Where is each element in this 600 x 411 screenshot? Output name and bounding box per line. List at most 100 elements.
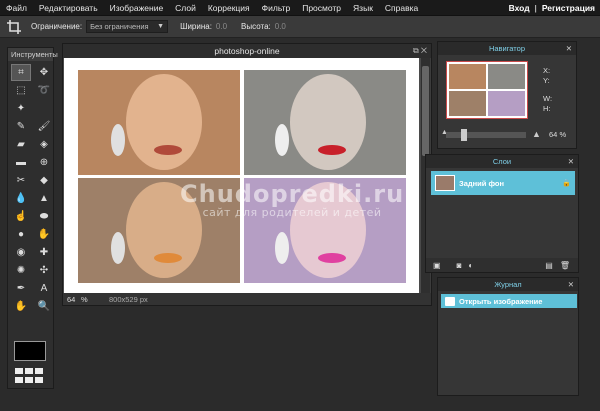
navigator-coordinates: X: Y: W: H: xyxy=(543,66,552,114)
zoom-slider[interactable] xyxy=(446,129,526,141)
options-bar: Ограничение: Без ограничения ▼ Ширина: 0… xyxy=(0,16,600,38)
height-label: Высота: xyxy=(241,22,271,31)
dodge-tool-icon[interactable]: ● xyxy=(11,226,31,243)
history-panel: Журнал ✕ Открыть изображение xyxy=(437,277,579,396)
zoom-value[interactable]: 64 xyxy=(63,295,81,304)
crop-tool-icon[interactable]: ⌗ xyxy=(11,64,31,81)
move-tool-icon[interactable]: ✥ xyxy=(34,64,54,81)
burn-tool-icon[interactable]: ✋ xyxy=(34,226,54,243)
layers-title-bar: Слои ✕ xyxy=(426,155,578,168)
clone-tool-icon[interactable]: ⊕ xyxy=(34,154,54,171)
layer-mask-icon[interactable]: ◙ xyxy=(457,261,462,270)
canvas[interactable] xyxy=(64,58,419,294)
scroll-thumb[interactable] xyxy=(422,66,429,156)
h-label: H: xyxy=(543,104,551,113)
close-icon[interactable]: ✕ xyxy=(568,155,574,168)
foreground-color-swatch[interactable] xyxy=(14,341,46,361)
smudge-tool-icon[interactable]: ☝ xyxy=(11,208,31,225)
lock-icon: 🔒 xyxy=(562,180,571,187)
layer-name: Задний фон xyxy=(459,178,505,188)
document-status-bar: 64 % 800x529 px xyxy=(63,293,431,305)
trash-icon[interactable]: 🗑 xyxy=(560,261,570,270)
brush-tool-icon[interactable]: 🖌 xyxy=(34,118,54,135)
layers-footer: ▣ ◙ ◐ ▤ 🗑 xyxy=(426,258,578,272)
empty-slot xyxy=(34,100,54,117)
layer-thumbnail xyxy=(435,175,455,191)
history-item[interactable]: Открыть изображение xyxy=(441,294,577,308)
gradient-tool-icon[interactable]: ▬ xyxy=(11,154,31,171)
menu-view[interactable]: Просмотр xyxy=(296,0,347,16)
layer-settings-icon[interactable]: ▣ xyxy=(433,261,441,270)
width-label: Ширина: xyxy=(180,22,212,31)
w-label: W: xyxy=(543,94,553,103)
history-title-bar: Журнал ✕ xyxy=(438,278,578,291)
height-field[interactable]: 0.0 xyxy=(275,22,286,31)
navigator-title-bar: Навигатор ✕ xyxy=(438,42,576,55)
pencil-tool-icon[interactable]: ✎ xyxy=(11,118,31,135)
close-icon[interactable]: ✕ xyxy=(568,278,574,291)
y-label: Y: xyxy=(543,76,550,85)
zoom-in-icon[interactable]: ▲ xyxy=(532,129,541,139)
image-dimensions: 800x529 px xyxy=(109,294,148,304)
blur-tool-icon[interactable]: 💧 xyxy=(11,190,31,207)
close-icon[interactable]: ✕ xyxy=(566,42,572,55)
pinch-tool-icon[interactable]: ✣ xyxy=(34,262,54,279)
menu-filter[interactable]: Фильтр xyxy=(256,0,297,16)
toolbox-panel: Инструменты ⌗ ✥ ⬚ ➰ ✦ ✎ 🖌 ▰ ◈ ▬ ⊕ ✂ ◆ 💧 … xyxy=(7,47,58,389)
layers-panel: Слои ✕ Задний фон 🔒 ▣ ◙ ◐ ▤ 🗑 xyxy=(425,154,579,273)
history-item-label: Открыть изображение xyxy=(459,296,543,306)
x-label: X: xyxy=(543,66,551,75)
menu-image[interactable]: Изображение xyxy=(104,0,170,16)
spot-heal-tool-icon[interactable]: ✚ xyxy=(34,244,54,261)
magic-wand-icon[interactable]: ✦ xyxy=(11,100,31,117)
width-field[interactable]: 0.0 xyxy=(216,22,227,31)
eyedropper-tool-icon[interactable]: ✒ xyxy=(11,280,31,297)
lasso-tool-icon[interactable]: ➰ xyxy=(34,82,54,99)
menu-layer[interactable]: Слой xyxy=(169,0,202,16)
document-title-bar: photoshop-online ⧉ ✕ xyxy=(63,44,431,58)
sharpen-tool-icon[interactable]: ▲ xyxy=(34,190,54,207)
image-collage xyxy=(78,70,406,283)
menu-file[interactable]: Файл xyxy=(0,0,33,16)
window-buttons[interactable]: ⧉ ✕ xyxy=(413,44,427,58)
menu-language[interactable]: Язык xyxy=(347,0,379,16)
bloat-tool-icon[interactable]: ✺ xyxy=(11,262,31,279)
bucket-tool-icon[interactable]: ◈ xyxy=(34,136,54,153)
red-eye-tool-icon[interactable]: ◉ xyxy=(11,244,31,261)
menu-help[interactable]: Справка xyxy=(379,0,424,16)
watermark-subtitle: сайт для родителей и детей xyxy=(202,206,382,219)
zoom-slider-knob[interactable] xyxy=(461,129,467,141)
open-image-icon xyxy=(445,296,455,306)
navigator-zoom-unit: % xyxy=(559,130,567,139)
sponge-tool-icon[interactable]: ⬬ xyxy=(34,208,54,225)
menu-bar: Файл Редактировать Изображение Слой Корр… xyxy=(0,0,600,16)
register-link[interactable]: Регистрация xyxy=(537,3,600,13)
watermark-title: Chudopredki.ru xyxy=(180,180,405,208)
constraint-select[interactable]: Без ограничения ▼ xyxy=(86,20,169,33)
layer-style-icon[interactable]: ◐ xyxy=(468,261,473,270)
zoom-tool-icon[interactable]: 🔍 xyxy=(34,298,54,315)
login-link[interactable]: Вход xyxy=(504,3,535,13)
menu-adjustments[interactable]: Коррекция xyxy=(202,0,256,16)
watermark: Chudopredki.ru сайт для родителей и дете… xyxy=(180,180,404,219)
thumbnail-image xyxy=(449,64,525,116)
text-tool-icon[interactable]: A xyxy=(34,280,54,297)
history-title: Журнал xyxy=(494,280,522,289)
grid-icon[interactable] xyxy=(15,368,45,384)
new-layer-icon[interactable]: ▤ xyxy=(545,261,553,270)
navigator-zoom-value[interactable]: 64 % xyxy=(549,130,566,139)
layer-row[interactable]: Задний фон 🔒 xyxy=(431,171,575,195)
constraint-value: Без ограничения xyxy=(90,22,149,31)
navigator-zoom-number: 64 xyxy=(549,130,558,139)
drawing-tool-icon[interactable]: ◆ xyxy=(34,172,54,189)
navigator-thumbnail[interactable] xyxy=(446,61,528,119)
menu-edit[interactable]: Редактировать xyxy=(33,0,104,16)
canvas-area[interactable] xyxy=(63,58,421,295)
marquee-tool-icon[interactable]: ⬚ xyxy=(11,82,31,99)
eraser-tool-icon[interactable]: ▰ xyxy=(11,136,31,153)
navigator-title: Навигатор xyxy=(488,44,526,53)
hand-tool-icon[interactable]: ✋ xyxy=(11,298,31,315)
document-title: photoshop-online xyxy=(214,46,280,56)
navigator-panel: Навигатор ✕ X: Y: W: H: ▲ ▲ 64 % xyxy=(437,41,577,149)
color-replace-icon[interactable]: ✂ xyxy=(11,172,31,189)
